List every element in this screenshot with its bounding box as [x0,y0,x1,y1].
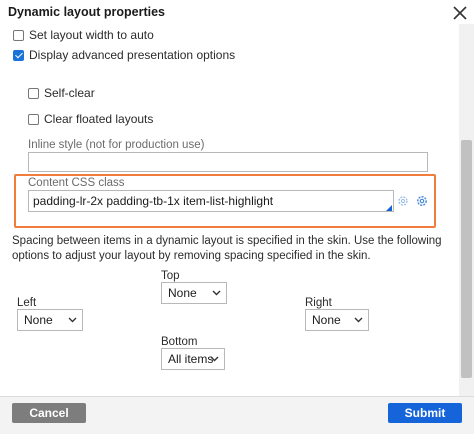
chevron-down-icon [354,317,363,323]
clear-floated-label: Clear floated layouts [44,112,154,126]
self-clear-checkbox[interactable] [28,87,39,99]
display-advanced-option[interactable]: Display advanced presentation options [13,48,235,62]
self-clear-label: Self-clear [44,86,95,100]
bottom-spacing-value: All items [168,352,214,366]
bottom-spacing-select[interactable]: All items [161,348,225,370]
top-spacing-value: None [168,286,197,300]
spacing-info-text: Spacing between items in a dynamic layou… [12,235,442,262]
content-css-label: Content CSS class [28,177,125,189]
gear-icon[interactable] [396,194,410,208]
inline-style-label: Inline style (not for production use) [28,139,205,151]
chevron-down-icon [210,356,219,362]
left-spacing-label: Left [17,297,37,309]
resize-grip-icon[interactable] [386,205,392,211]
left-spacing-select[interactable]: None [17,309,83,331]
top-spacing-label: Top [161,270,180,282]
set-width-auto-checkbox[interactable] [13,29,24,41]
left-spacing-value: None [24,313,53,327]
inline-style-input[interactable] [28,152,428,172]
bottom-spacing-label: Bottom [161,336,198,348]
set-width-auto-label: Set layout width to auto [29,28,154,42]
close-icon [453,6,467,20]
display-advanced-checkbox[interactable] [13,49,24,61]
right-spacing-label: Right [305,297,332,309]
cancel-button[interactable]: Cancel [12,403,86,423]
chevron-down-icon [68,317,77,323]
content-css-input[interactable] [28,190,394,212]
clear-floated-option[interactable]: Clear floated layouts [28,112,153,126]
set-width-auto-option[interactable]: Set layout width to auto [13,28,154,42]
dialog-title: Dynamic layout properties [8,5,165,19]
dynamic-layout-dialog: Dynamic layout properties Set layout wid… [0,0,474,434]
right-spacing-value: None [312,313,341,327]
gear-icon[interactable] [415,194,429,208]
submit-button[interactable]: Submit [388,403,462,423]
display-advanced-label: Display advanced presentation options [29,48,236,62]
clear-floated-checkbox[interactable] [28,113,39,125]
scrollbar-thumb[interactable] [461,140,472,378]
top-spacing-select[interactable]: None [161,282,227,304]
chevron-down-icon [212,290,221,296]
close-button[interactable] [450,3,470,23]
right-spacing-select[interactable]: None [305,309,369,331]
self-clear-option[interactable]: Self-clear [28,86,95,100]
